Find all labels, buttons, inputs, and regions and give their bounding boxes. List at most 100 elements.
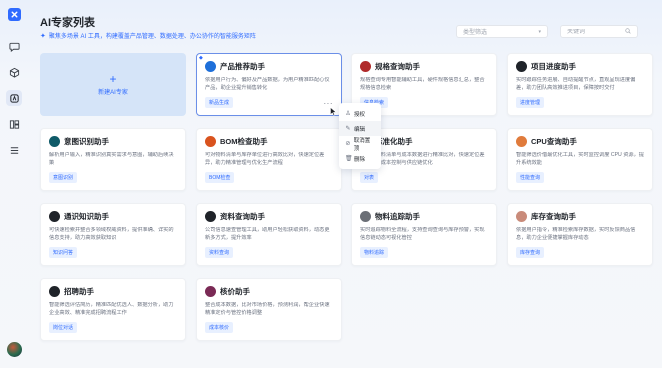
library-icon[interactable]	[6, 116, 22, 132]
search-input[interactable]	[567, 28, 622, 35]
expert-avatar-icon	[49, 211, 60, 222]
cube-icon[interactable]	[6, 64, 22, 80]
app-logo-icon[interactable]	[7, 8, 21, 21]
menu-item-label: 编辑	[354, 126, 366, 133]
link-off-icon: ⊘	[345, 141, 351, 147]
plus-icon: +	[109, 72, 117, 86]
card-tag-badge: 意图识别	[49, 172, 78, 183]
card-context-menu: ♙ 授权 ✎ 编辑 ⊘ 取消置顶 🗑 删除	[339, 103, 381, 169]
card-tag-badge: 对表	[360, 172, 379, 183]
card-header: 规格查询助手	[360, 61, 488, 72]
type-filter-select[interactable]: 类型筛选 ▾	[456, 25, 548, 38]
chevron-down-icon: ▾	[538, 28, 541, 35]
card-description: 依据用户指令，精准检索库存数据，实时反馈商品信息，助力企业便捷掌握库存动态	[516, 227, 636, 241]
menu-item-authorize[interactable]: ♙ 授权	[339, 106, 381, 121]
card-tag-badge: 进度管理	[516, 97, 545, 108]
card-description: 依据用户行为、偏好及产品数据，为用户精准匹配心仪产品，助企业提升销售转化	[205, 77, 330, 91]
pin-icon: ◆	[199, 55, 203, 61]
expert-card[interactable]: 通识知识助手可快速检索并整合多领域权威资料，提供准确、详实的信息支持，助力高效获…	[40, 203, 186, 266]
card-tag-badge: 岗位对话	[49, 322, 78, 333]
card-header: 核价助手	[205, 286, 333, 297]
card-header: 资料查询助手	[205, 211, 333, 222]
page-title: AI专家列表	[40, 17, 95, 29]
card-title: 物料追踪助手	[375, 212, 420, 221]
card-description: 智能筛选评估简历，精准匹配优选人、数据分析，助力企业高效、精准完成招聘流程工作	[49, 302, 174, 316]
card-description: 解析用户输入，精准识别真实需求与意图，辅助后续决策	[49, 152, 174, 166]
search-icon[interactable]	[625, 27, 631, 36]
expert-avatar-icon	[205, 136, 216, 147]
new-ai-expert-card[interactable]: + 新建AI专家	[40, 53, 186, 116]
card-description: 规格查询专用智能辅助工具，硬件规格信息汇总，整合规格信息检索	[360, 77, 485, 91]
chat-icon[interactable]	[6, 38, 22, 54]
search-box[interactable]	[560, 25, 638, 38]
expert-avatar-icon	[516, 61, 527, 72]
card-tag-badge: 成本核价	[205, 322, 234, 333]
mouse-cursor-icon	[330, 107, 337, 116]
card-title: 核价助手	[220, 287, 250, 296]
expert-avatar-icon	[49, 136, 60, 147]
expert-card[interactable]: BOM检查助手可对物料清单与库存单位进行高效比对，快速定位差异，助力精准管理与优…	[196, 128, 342, 191]
card-header: BOM检查助手	[205, 136, 333, 147]
card-header: 物料追踪助手	[360, 211, 488, 222]
expert-card[interactable]: CPU查询助手智能筛选价借最优化工具，实时监控调度 CPU 资源，提升系统效能性…	[507, 128, 653, 191]
card-title: 资料查询助手	[220, 212, 265, 221]
expert-avatar-icon	[360, 61, 371, 72]
ai-agent-icon[interactable]	[6, 90, 22, 106]
expert-card[interactable]: 意图识别助手 解析用户输入，精准识别真实需求与意图，辅助后续决策 意图识别	[40, 128, 186, 191]
card-title: 项目进度助手	[531, 62, 576, 71]
expert-avatar-icon	[516, 136, 527, 147]
card-header: 项目进度助手	[516, 61, 644, 72]
card-tag-badge: 库存查询	[516, 247, 545, 258]
card-title: 招聘助手	[64, 287, 94, 296]
card-description: 实时跟踪任务进展、自动提醒节点，直观呈现进度偏差，助力团队高效推进项目，保障按时…	[516, 77, 636, 91]
expert-avatar-icon	[360, 211, 371, 222]
card-description: 整合成本数据，比对市场价格，预测利润，帮企业快速精准定价与管控价格调整	[205, 302, 330, 316]
card-description: 公司信息速查管理工具，助用户轻松获取资料，动态更新多方式，提升效率	[205, 227, 330, 241]
expert-card[interactable]: 物料追踪助手实时追踪物料全流程，支持查询查询与库存预警，实现信息链动态可视化管控…	[351, 203, 497, 266]
expert-avatar-icon	[205, 211, 216, 222]
card-title: 产品推荐助手	[220, 62, 265, 71]
menu-icon[interactable]	[6, 142, 22, 158]
card-header: 库存查询助手	[516, 211, 644, 222]
expert-avatar-icon	[516, 211, 527, 222]
card-description: 可快速检索并整合多领域权威资料，提供准确、详实的信息支持，助力高效获取知识	[49, 227, 174, 241]
card-description: 可对物料清单与库存单位进行高效比对，快速定位差异，助力精准管理与优化生产流程	[205, 152, 325, 166]
subtitle-text: 聚焦多场景 AI 工具，构建覆盖产品管理、数据处理、办公协作的智能服务矩阵	[48, 34, 256, 40]
user-icon: ♙	[345, 111, 351, 117]
delete-icon: 🗑	[345, 156, 353, 162]
card-header: 意图识别助手	[49, 136, 177, 147]
page-subtitle: ✦ 聚焦多场景 AI 工具，构建覆盖产品管理、数据处理、办公协作的智能服务矩阵	[40, 31, 256, 41]
menu-item-label: 授权	[354, 111, 366, 118]
menu-item-unpin[interactable]: ⊘ 取消置顶	[339, 136, 381, 152]
sparkle-icon: ✦	[40, 32, 46, 40]
card-tag-badge: 性能查询	[516, 172, 545, 183]
sidebar	[0, 0, 28, 368]
expert-card[interactable]: 招聘助手智能筛选评估简历，精准匹配优选人、数据分析，助力企业高效、精准完成招聘流…	[40, 278, 186, 341]
menu-item-delete[interactable]: 🗑 删除	[339, 151, 381, 166]
card-description: 智能筛选价借最优化工具，实时监控调度 CPU 资源，提升系统效能	[516, 152, 644, 166]
card-header: 招聘助手	[49, 286, 177, 297]
menu-item-edit[interactable]: ✎ 编辑	[339, 121, 381, 136]
card-title: 规格查询助手	[375, 62, 420, 71]
card-tag-badge: 知识问答	[49, 247, 78, 258]
card-tag-badge: BOM检查	[205, 172, 235, 183]
card-tag-badge: 新品生成	[205, 97, 234, 108]
menu-item-label: 取消置顶	[353, 137, 371, 152]
expert-card[interactable]: 核价助手整合成本数据，比对市场价格，预测利润，帮企业快速精准定价与管控价格调整成…	[196, 278, 342, 341]
card-header: 产品推荐助手	[205, 61, 333, 72]
expert-card[interactable]: 资料查询助手公司信息速查管理工具，助用户轻松获取资料，动态更新多方式，提升效率资…	[196, 203, 342, 266]
user-avatar[interactable]	[7, 342, 22, 357]
card-title: 通识知识助手	[64, 212, 109, 221]
filter-placeholder: 类型筛选	[463, 30, 488, 36]
expert-card[interactable]: 产品推荐助手依据用户行为、偏好及产品数据，为用户精准匹配心仪产品，助企业提升销售…	[196, 53, 342, 116]
card-description: 实时追踪物料全流程，支持查询查询与库存预警，实现信息链动态可视化管控	[360, 227, 485, 241]
expert-avatar-icon	[49, 286, 60, 297]
card-title: CPU查询助手	[531, 137, 577, 146]
expert-avatar-icon	[205, 61, 216, 72]
card-tag-badge: 资料查询	[205, 247, 234, 258]
card-header: CPU查询助手	[516, 136, 644, 147]
expert-card[interactable]: 项目进度助手实时跟踪任务进展、自动提醒节点，直观呈现进度偏差，助力团队高效推进项…	[507, 53, 653, 116]
card-title: BOM检查助手	[220, 137, 268, 146]
card-title: 库存查询助手	[531, 212, 576, 221]
expert-card[interactable]: 库存查询助手依据用户指令，精准检索库存数据，实时反馈商品信息，助力企业便捷掌握库…	[507, 203, 653, 266]
